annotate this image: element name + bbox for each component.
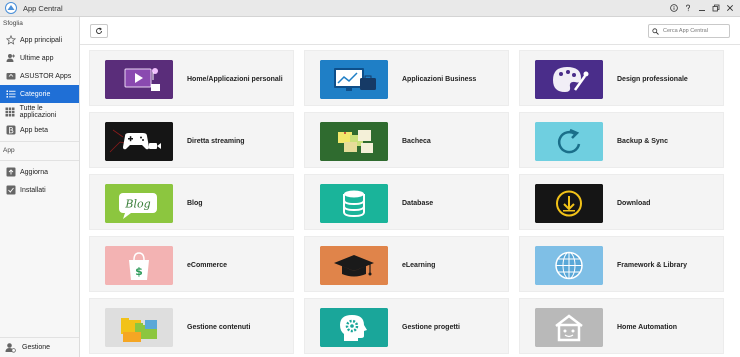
category-card-design-professionale[interactable]: Design professionale [519, 50, 724, 106]
update-icon [5, 167, 16, 178]
sidebar-item-app-principali[interactable]: App principali [0, 31, 79, 49]
category-card-elearning[interactable]: eLearning [304, 236, 509, 292]
category-label: eCommerce [187, 261, 228, 269]
category-label: Applicazioni Business [402, 75, 477, 83]
sidebar-item-label: ASUSTOR Apps [20, 72, 72, 80]
list-icon [5, 89, 16, 100]
sidebar-item-label: App beta [20, 126, 49, 134]
category-card-gestione-contenuti[interactable]: Gestione contenuti [89, 298, 294, 354]
sidebar-item-label: Gestione [22, 344, 51, 351]
info-icon[interactable] [668, 2, 680, 14]
search-icon [652, 27, 659, 35]
sidebar-item-installati[interactable]: Installati [0, 181, 79, 199]
restore-icon[interactable] [710, 2, 722, 14]
minimize-icon[interactable] [696, 2, 708, 14]
search-box[interactable] [648, 24, 731, 38]
title-bar: App Central [0, 0, 740, 17]
board-icon [320, 122, 388, 161]
category-card-home-automation[interactable]: Home Automation [519, 298, 724, 354]
category-label: eLearning [402, 261, 436, 269]
sidebar-item-label: Tutte le applicazioni [19, 105, 57, 119]
smart-home-icon [535, 308, 603, 347]
manage-icon [5, 343, 16, 353]
media-icon [105, 60, 173, 99]
sync-icon [535, 122, 603, 161]
svg-text:Blog: Blog [124, 198, 150, 211]
category-label: Home/Applicazioni personali [187, 75, 283, 83]
sidebar-item-asustor-apps[interactable]: ASUSTOR Apps [0, 67, 79, 85]
app-heading: App [3, 147, 15, 154]
gear-head-icon [320, 308, 388, 347]
sidebar-item-tutte-le-applicazioni[interactable]: Tutte le applicazioni [0, 103, 79, 121]
asustor-icon [5, 71, 16, 82]
category-card-backup-sync[interactable]: Backup & Sync [519, 112, 724, 168]
category-label: Download [617, 199, 651, 207]
category-card-applicazioni-business[interactable]: Applicazioni Business [304, 50, 509, 106]
sidebar-item-gestione[interactable]: Gestione [0, 337, 79, 357]
sidebar-item-categorie[interactable]: Categorie [0, 85, 79, 103]
category-card-diretta-streaming[interactable]: Diretta streaming [89, 112, 294, 168]
sidebar-item-ultime-app[interactable]: Ultime app [0, 49, 79, 67]
category-label: Diretta streaming [187, 137, 245, 145]
database-icon [320, 184, 388, 223]
refresh-icon [96, 27, 102, 34]
category-label: Database [402, 199, 434, 207]
sidebar-divider [0, 141, 79, 142]
help-icon[interactable] [682, 2, 694, 14]
category-label: Gestione progetti [402, 323, 460, 331]
sidebar-item-label: Ultime app [20, 54, 54, 62]
category-card-bacheca[interactable]: Bacheca [304, 112, 509, 168]
svg-text:$: $ [135, 265, 143, 278]
browse-heading: Sfoglia [3, 20, 23, 27]
category-card-ecommerce[interactable]: $ eCommerce [89, 236, 294, 292]
sidebar-divider [0, 160, 79, 161]
toolbar [80, 17, 740, 45]
window-title: App Central [23, 3, 63, 13]
sidebar-item-label: App principali [20, 36, 63, 44]
business-icon [320, 60, 388, 99]
category-label: Blog [187, 199, 203, 207]
category-label: Design professionale [617, 75, 688, 83]
category-label: Gestione contenuti [187, 323, 251, 331]
category-grid: Home/Applicazioni personali Applicazioni… [80, 46, 740, 357]
sidebar-item-label: Aggiorna [20, 168, 49, 176]
sidebar-item-label: Installati [20, 186, 46, 194]
refresh-button[interactable] [90, 24, 108, 38]
category-label: Framework & Library [617, 261, 688, 269]
close-icon[interactable] [724, 2, 736, 14]
category-card-database[interactable]: Database [304, 174, 509, 230]
category-card-gestione-progetti[interactable]: Gestione progetti [304, 298, 509, 354]
star-icon [5, 35, 16, 46]
category-label: Home Automation [617, 323, 678, 331]
gamepad-icon [105, 122, 173, 161]
sidebar: Sfoglia App principali Ultime app ASUSTO… [0, 17, 80, 357]
sidebar-item-aggiorna[interactable]: Aggiorna [0, 163, 79, 181]
shopping-bag-icon: $ [105, 246, 173, 285]
download-icon [535, 184, 603, 223]
beta-icon [5, 125, 16, 136]
globe-icon [535, 246, 603, 285]
category-card-blog[interactable]: Blog Blog [89, 174, 294, 230]
sidebar-item-app-beta[interactable]: App beta [0, 121, 79, 139]
category-label: Bacheca [402, 137, 431, 145]
category-label: Backup & Sync [617, 137, 668, 145]
category-card-framework-library[interactable]: Framework & Library [519, 236, 724, 292]
grid-icon [5, 107, 16, 118]
user-plus-icon [5, 53, 16, 64]
category-card-home-applicazioni-personali[interactable]: Home/Applicazioni personali [89, 50, 294, 106]
category-card-download[interactable]: Download [519, 174, 724, 230]
app-central-logo-icon [5, 2, 17, 14]
blog-icon: Blog [105, 184, 173, 223]
sidebar-item-label: Categorie [20, 90, 51, 98]
search-input[interactable] [663, 28, 731, 34]
installed-icon [5, 185, 16, 196]
graduation-cap-icon [320, 246, 388, 285]
folders-icon [105, 308, 173, 347]
palette-icon [535, 60, 603, 99]
